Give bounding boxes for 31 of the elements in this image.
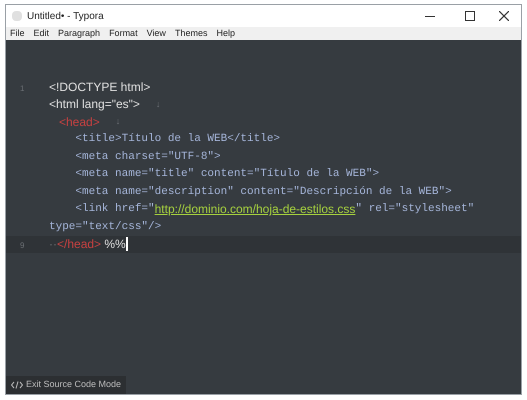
app-icon xyxy=(12,11,22,21)
code-text: <!DOCTYPE html> xyxy=(49,78,150,96)
menu-item[interactable]: Paragraph xyxy=(58,26,100,40)
indent-dots: ·· xyxy=(49,236,57,254)
tag-text: <head> xyxy=(58,114,100,131)
menu-item[interactable]: Format xyxy=(109,26,138,40)
maximize-icon[interactable] xyxy=(465,11,475,21)
code-text: <title>Título de la WEB</title> xyxy=(74,132,280,147)
close-icon[interactable] xyxy=(499,11,509,21)
text-cursor xyxy=(126,237,128,252)
code-text: <meta name="description" content="Descripción de la WEB"> xyxy=(74,184,452,200)
code-text: <meta name="title" content="Título de la WEB"> xyxy=(74,167,380,182)
code-text: " rel="stylesheet" xyxy=(355,202,474,217)
code-icon xyxy=(11,381,23,389)
code-text: type="text/css"/> xyxy=(49,220,162,234)
code-text: <link href=" xyxy=(74,202,155,217)
window-title: Untitled• - Typora xyxy=(27,10,105,24)
newline-mark: ↓ xyxy=(116,115,120,128)
menu-item[interactable]: Help xyxy=(216,26,235,40)
url-link[interactable]: http://dominio.com/hoja-de-estilos.css xyxy=(154,200,356,218)
code-text: <meta charset="UTF-8"> xyxy=(74,150,221,164)
menu-item[interactable]: File xyxy=(10,26,25,40)
tag-text: </head> xyxy=(57,236,102,254)
menu-item[interactable]: Edit xyxy=(34,26,50,40)
menu-item[interactable]: View xyxy=(146,26,166,40)
menu-item[interactable]: Themes xyxy=(174,26,208,40)
code-text: <html lang="es"> xyxy=(49,96,140,114)
code-text: %% xyxy=(103,236,126,254)
line-number: 9 xyxy=(20,241,24,250)
exit-source-mode-button[interactable]: Exit Source Code Mode xyxy=(6,376,126,394)
newline-mark: ↓ xyxy=(156,98,160,110)
